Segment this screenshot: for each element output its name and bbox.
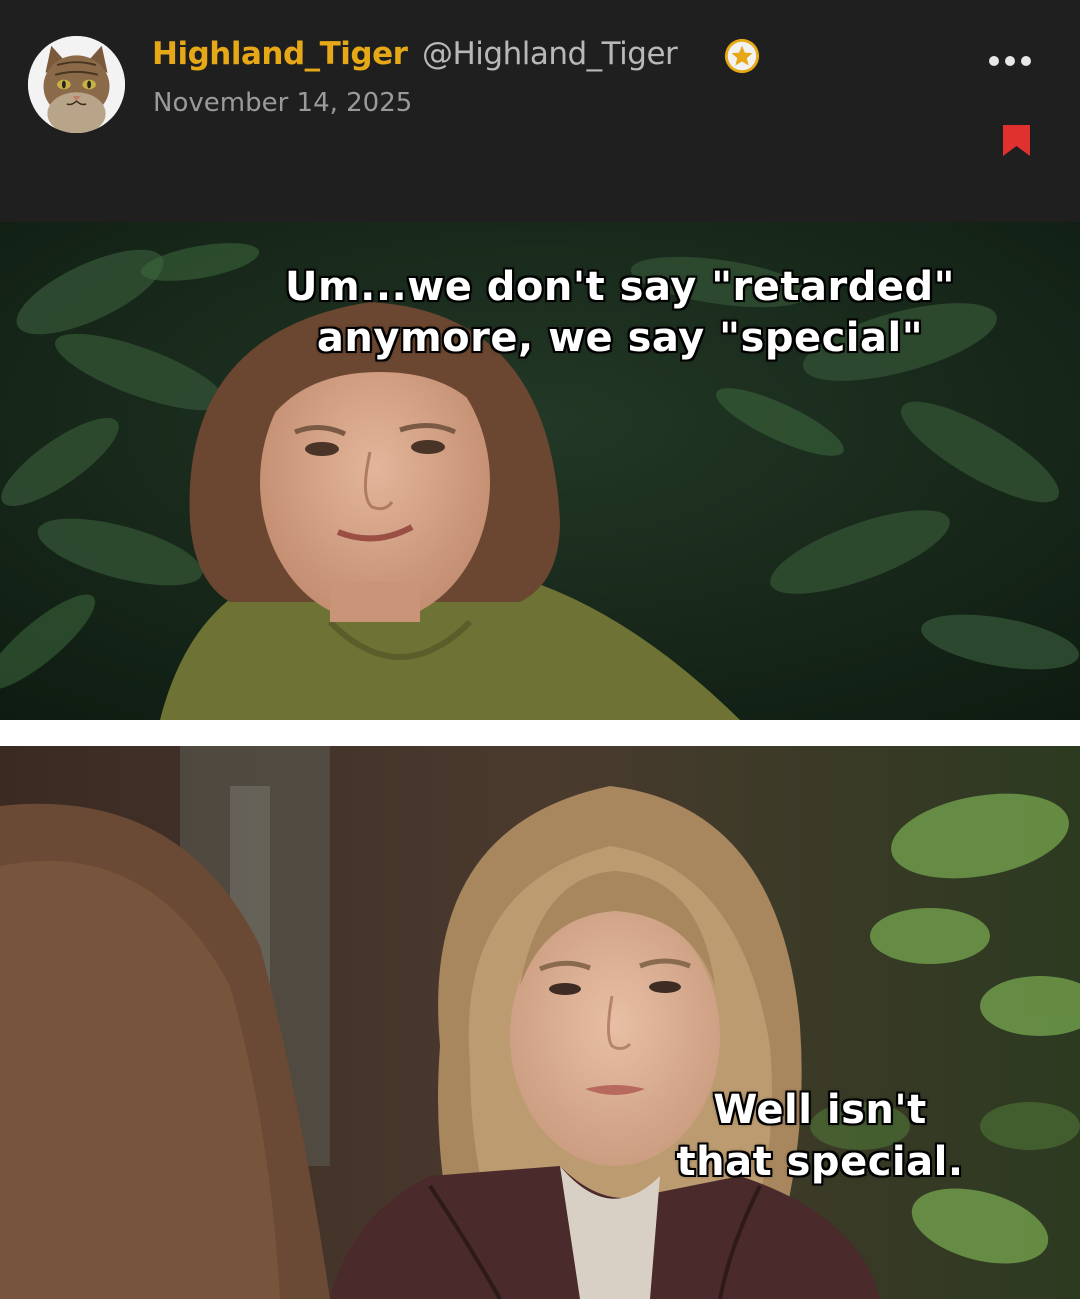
top-caption-line-1: Um...we don't say "retarded" [285, 264, 955, 310]
bottom-caption: Well isn't that special. [610, 1084, 1030, 1188]
cat-avatar-image [28, 36, 125, 133]
author-avatar[interactable] [28, 36, 125, 133]
author-name[interactable]: Highland_Tiger [152, 36, 408, 72]
meme-divider [0, 720, 1080, 746]
meme-image: Um...we don't say "retarded" anymore, we… [0, 222, 1080, 1299]
more-options-icon[interactable] [986, 48, 1034, 74]
meme-top-panel: Um...we don't say "retarded" anymore, we… [0, 222, 1080, 720]
bottom-caption-line-1: Well isn't [713, 1087, 927, 1133]
bookmark-icon[interactable] [1001, 124, 1032, 157]
bottom-caption-line-2: that special. [676, 1139, 964, 1185]
top-caption: Um...we don't say "retarded" anymore, we… [180, 262, 1060, 364]
author-handle[interactable]: @Highland_Tiger [422, 36, 678, 72]
post-header: Highland_Tiger @Highland_Tiger November … [0, 0, 1080, 222]
bottom-panel-scene [0, 746, 1080, 1299]
meme-bottom-panel [0, 746, 1080, 1299]
top-caption-line-2: anymore, we say "special" [316, 314, 924, 361]
post-date: November 14, 2025 [153, 88, 413, 118]
star-badge-icon [724, 38, 760, 74]
